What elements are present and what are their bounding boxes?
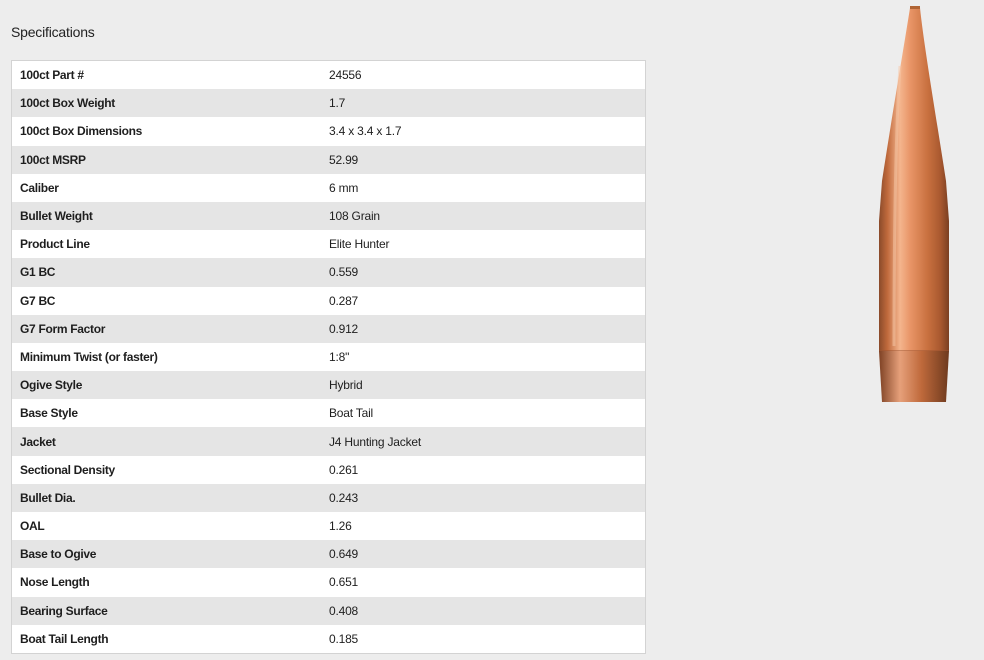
- spec-row: Base Style Boat Tail: [12, 399, 645, 427]
- spec-label: Caliber: [20, 180, 59, 195]
- spec-row: Minimum Twist (or faster) 1:8": [12, 343, 645, 371]
- spec-label: Bullet Weight: [20, 209, 93, 224]
- spec-row: Bullet Dia. 0.243: [12, 483, 645, 512]
- spec-value: 0.261: [329, 462, 359, 477]
- spec-value: 0.287: [329, 293, 359, 308]
- spec-label: Jacket: [20, 434, 56, 449]
- spec-value: 0.408: [329, 603, 359, 618]
- spec-value: 1.26: [329, 519, 352, 534]
- spec-row: Boat Tail Length 0.185: [12, 625, 645, 653]
- spec-row: 100ct MSRP 52.99: [12, 145, 645, 174]
- spec-row: G7 BC 0.287: [12, 287, 645, 315]
- bullet-image: [874, 6, 956, 408]
- spec-label: Sectional Density: [20, 462, 115, 477]
- spec-value: Hybrid: [329, 378, 363, 393]
- spec-row: Product Line Elite Hunter: [12, 230, 645, 258]
- spec-row: Bearing Surface 0.408: [12, 596, 645, 625]
- spec-value: 52.99: [329, 152, 359, 167]
- spec-label: Boat Tail Length: [20, 631, 109, 646]
- spec-row: 100ct Box Weight 1.7: [12, 89, 645, 118]
- spec-row: G7 Form Factor 0.912: [12, 314, 645, 343]
- spec-row: Jacket J4 Hunting Jacket: [12, 427, 645, 456]
- spec-label: Bearing Surface: [20, 603, 108, 618]
- spec-row: Bullet Weight 108 Grain: [12, 201, 645, 231]
- spec-label: Base Style: [20, 406, 78, 421]
- spec-value: 1.7: [329, 96, 346, 111]
- spec-row: Base to Ogive 0.649: [12, 540, 645, 569]
- spec-label: G7 Form Factor: [20, 321, 106, 336]
- spec-row: 100ct Part # 24556: [12, 61, 645, 89]
- spec-label: 100ct Part #: [20, 68, 84, 83]
- spec-row: OAL 1.26: [12, 512, 645, 540]
- spec-value: J4 Hunting Jacket: [329, 434, 421, 449]
- spec-value: 0.243: [329, 490, 359, 505]
- spec-label: 100ct MSRP: [20, 152, 86, 167]
- spec-value: Elite Hunter: [329, 237, 390, 252]
- spec-label: Nose Length: [20, 575, 90, 590]
- spec-label: G1 BC: [20, 265, 56, 280]
- spec-label: G7 BC: [20, 293, 56, 308]
- spec-row: Sectional Density 0.261: [12, 456, 645, 484]
- spec-value: 6 mm: [329, 180, 359, 195]
- spec-label: OAL: [20, 519, 45, 534]
- spec-label: 100ct Box Dimensions: [20, 124, 143, 139]
- spec-value: 0.649: [329, 547, 359, 562]
- spec-label: 100ct Box Weight: [20, 96, 116, 111]
- spec-value: 0.651: [329, 575, 359, 590]
- spec-value: Boat Tail: [329, 406, 374, 421]
- spec-row: Ogive Style Hybrid: [12, 371, 645, 400]
- spec-value: 1:8": [329, 349, 350, 364]
- spec-value: 0.185: [329, 631, 359, 646]
- specifications-table: 100ct Part #24556 100ct Box Weight 1.7 100c…: [11, 60, 646, 654]
- spec-value: 3.4 x 3.4 x 1.7: [329, 124, 402, 139]
- spec-label: Base to Ogive: [20, 547, 97, 562]
- spec-row: G1 BC 0.559: [12, 258, 645, 287]
- spec-label: Minimum Twist (or faster): [20, 349, 158, 364]
- spec-value: 24556: [329, 68, 362, 83]
- spec-label: Product Line: [20, 237, 90, 252]
- spec-value: 108 Grain: [329, 209, 380, 224]
- spec-label: Ogive Style: [20, 378, 83, 393]
- spec-label: Bullet Dia.: [20, 490, 76, 505]
- spec-value: 0.912: [329, 321, 359, 336]
- spec-value: 0.559: [329, 265, 359, 280]
- spec-row: Nose Length 0.651: [12, 568, 645, 596]
- spec-row: Caliber 6 mm: [12, 174, 645, 202]
- spec-row: 100ct Box Dimensions 3.4 x 3.4 x 1.7: [12, 117, 645, 145]
- page-title: Specifications: [11, 24, 95, 40]
